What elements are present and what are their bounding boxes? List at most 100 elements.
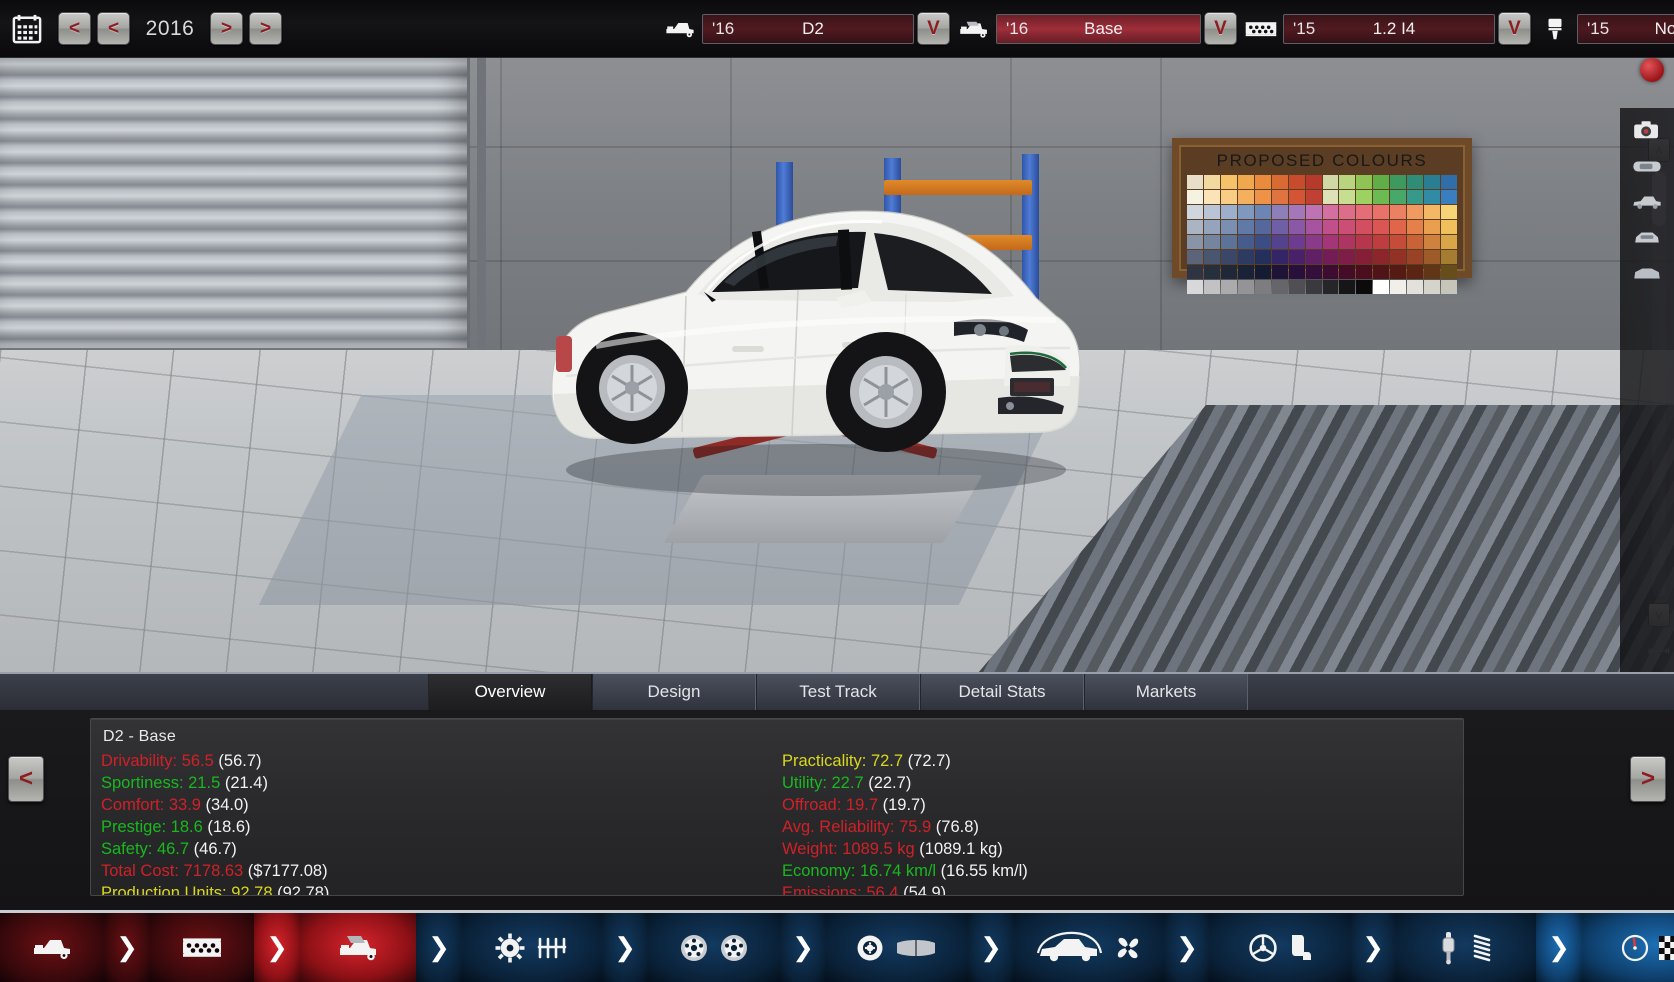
colour-swatch[interactable] [1237,190,1254,204]
engine-variant-field[interactable]: '15 Normal [1577,13,1674,44]
year-next-button[interactable]: > [210,12,243,45]
colour-swatch[interactable] [1187,250,1203,264]
nav-section-engine-block[interactable] [150,913,254,982]
nav-section-gear[interactable] [462,913,602,982]
colour-swatch[interactable] [1424,175,1441,189]
colour-swatch[interactable] [1220,265,1237,279]
nav-section-steering-wheel[interactable] [1210,913,1350,982]
colour-swatch[interactable] [1254,190,1271,204]
tab-markets[interactable]: Markets [1084,674,1248,710]
colour-swatch[interactable] [1441,220,1457,234]
colour-swatch[interactable] [1356,235,1373,249]
colour-swatch[interactable] [1356,265,1373,279]
tab-test-track[interactable]: Test Track [756,674,920,710]
colour-swatch[interactable] [1254,205,1271,219]
colour-swatch[interactable] [1237,265,1254,279]
colour-swatch[interactable] [1220,220,1237,234]
colour-swatch[interactable] [1305,235,1322,249]
colour-swatch[interactable] [1271,205,1288,219]
colour-swatch[interactable] [1254,265,1271,279]
colour-swatch[interactable] [1271,280,1288,294]
colour-swatch[interactable] [1203,250,1220,264]
colour-swatch[interactable] [1237,205,1254,219]
colour-swatch[interactable] [1322,250,1339,264]
colour-swatch[interactable] [1373,250,1390,264]
colour-swatch[interactable] [1339,235,1356,249]
colour-swatch[interactable] [1254,175,1271,189]
colour-swatch[interactable] [1356,250,1373,264]
colour-swatch[interactable] [1254,220,1271,234]
colour-swatch[interactable] [1187,220,1203,234]
colour-swatch[interactable] [1407,220,1424,234]
colour-swatch[interactable] [1441,265,1457,279]
colour-swatch[interactable] [1390,235,1407,249]
colour-swatch[interactable] [1220,205,1237,219]
colour-swatch[interactable] [1187,280,1203,294]
colour-swatch[interactable] [1271,235,1288,249]
engine-field[interactable]: '15 1.2 I4 [1283,13,1495,44]
colour-swatch[interactable] [1356,205,1373,219]
colour-swatch[interactable] [1271,265,1288,279]
colour-swatch[interactable] [1288,175,1305,189]
colour-swatch[interactable] [1288,235,1305,249]
colour-swatch[interactable] [1203,220,1220,234]
colour-swatch[interactable] [1305,265,1322,279]
nav-section-car-body[interactable] [0,913,104,982]
colour-swatch[interactable] [1237,220,1254,234]
colour-swatch[interactable] [1407,235,1424,249]
colour-swatch[interactable] [1271,190,1288,204]
colour-swatch[interactable] [1339,205,1356,219]
trim-dropdown-button[interactable]: V [1204,12,1237,45]
model-field[interactable]: '16 D2 [702,13,914,44]
colour-swatch[interactable] [1424,220,1441,234]
colour-swatch[interactable] [1288,205,1305,219]
colour-swatch[interactable] [1254,280,1271,294]
car-front-view-icon[interactable] [1624,222,1670,254]
nav-section-gauge[interactable] [1582,913,1674,982]
colour-swatch[interactable] [1322,220,1339,234]
colour-swatch[interactable] [1271,220,1288,234]
colour-swatch[interactable] [1237,280,1254,294]
colour-swatch[interactable] [1356,175,1373,189]
colour-swatch[interactable] [1441,235,1457,249]
colour-swatch[interactable] [1339,265,1356,279]
colour-swatch[interactable] [1424,280,1441,294]
colour-swatch[interactable] [1390,280,1407,294]
colour-swatch[interactable] [1288,280,1305,294]
tab-overview[interactable]: Overview [428,674,592,710]
colour-swatch[interactable] [1305,220,1322,234]
colour-swatch[interactable] [1339,175,1356,189]
colour-swatch[interactable] [1305,205,1322,219]
colour-swatch[interactable] [1373,205,1390,219]
colour-swatch[interactable] [1424,190,1441,204]
colour-swatch[interactable] [1441,280,1457,294]
colour-swatch[interactable] [1356,220,1373,234]
colour-swatch[interactable] [1220,175,1237,189]
colour-swatch[interactable] [1441,190,1457,204]
car-side-view-icon[interactable] [1624,186,1670,218]
colour-swatch[interactable] [1424,250,1441,264]
tab-detail-stats[interactable]: Detail Stats [920,674,1084,710]
next-variant-button[interactable]: > [1630,756,1666,802]
colour-swatch[interactable] [1203,265,1220,279]
year-first-button[interactable]: < [58,12,91,45]
colour-swatch[interactable] [1424,235,1441,249]
colour-swatch[interactable] [1339,220,1356,234]
colour-swatch[interactable] [1187,235,1203,249]
colour-swatch[interactable] [1288,265,1305,279]
colour-swatch[interactable] [1187,190,1203,204]
colour-swatch[interactable] [1288,220,1305,234]
record-dot-icon[interactable] [1640,58,1664,82]
colour-swatch[interactable] [1237,235,1254,249]
colour-swatch[interactable] [1271,175,1288,189]
colour-swatch[interactable] [1305,175,1322,189]
model-dropdown-button[interactable]: V [917,12,950,45]
colour-swatch[interactable] [1322,280,1339,294]
colour-swatch[interactable] [1187,205,1203,219]
colour-swatch[interactable] [1220,250,1237,264]
colour-swatch[interactable] [1339,280,1356,294]
colour-swatch[interactable] [1390,175,1407,189]
colour-swatch[interactable] [1373,280,1390,294]
colour-swatch[interactable] [1237,175,1254,189]
year-last-button[interactable]: > [249,12,282,45]
